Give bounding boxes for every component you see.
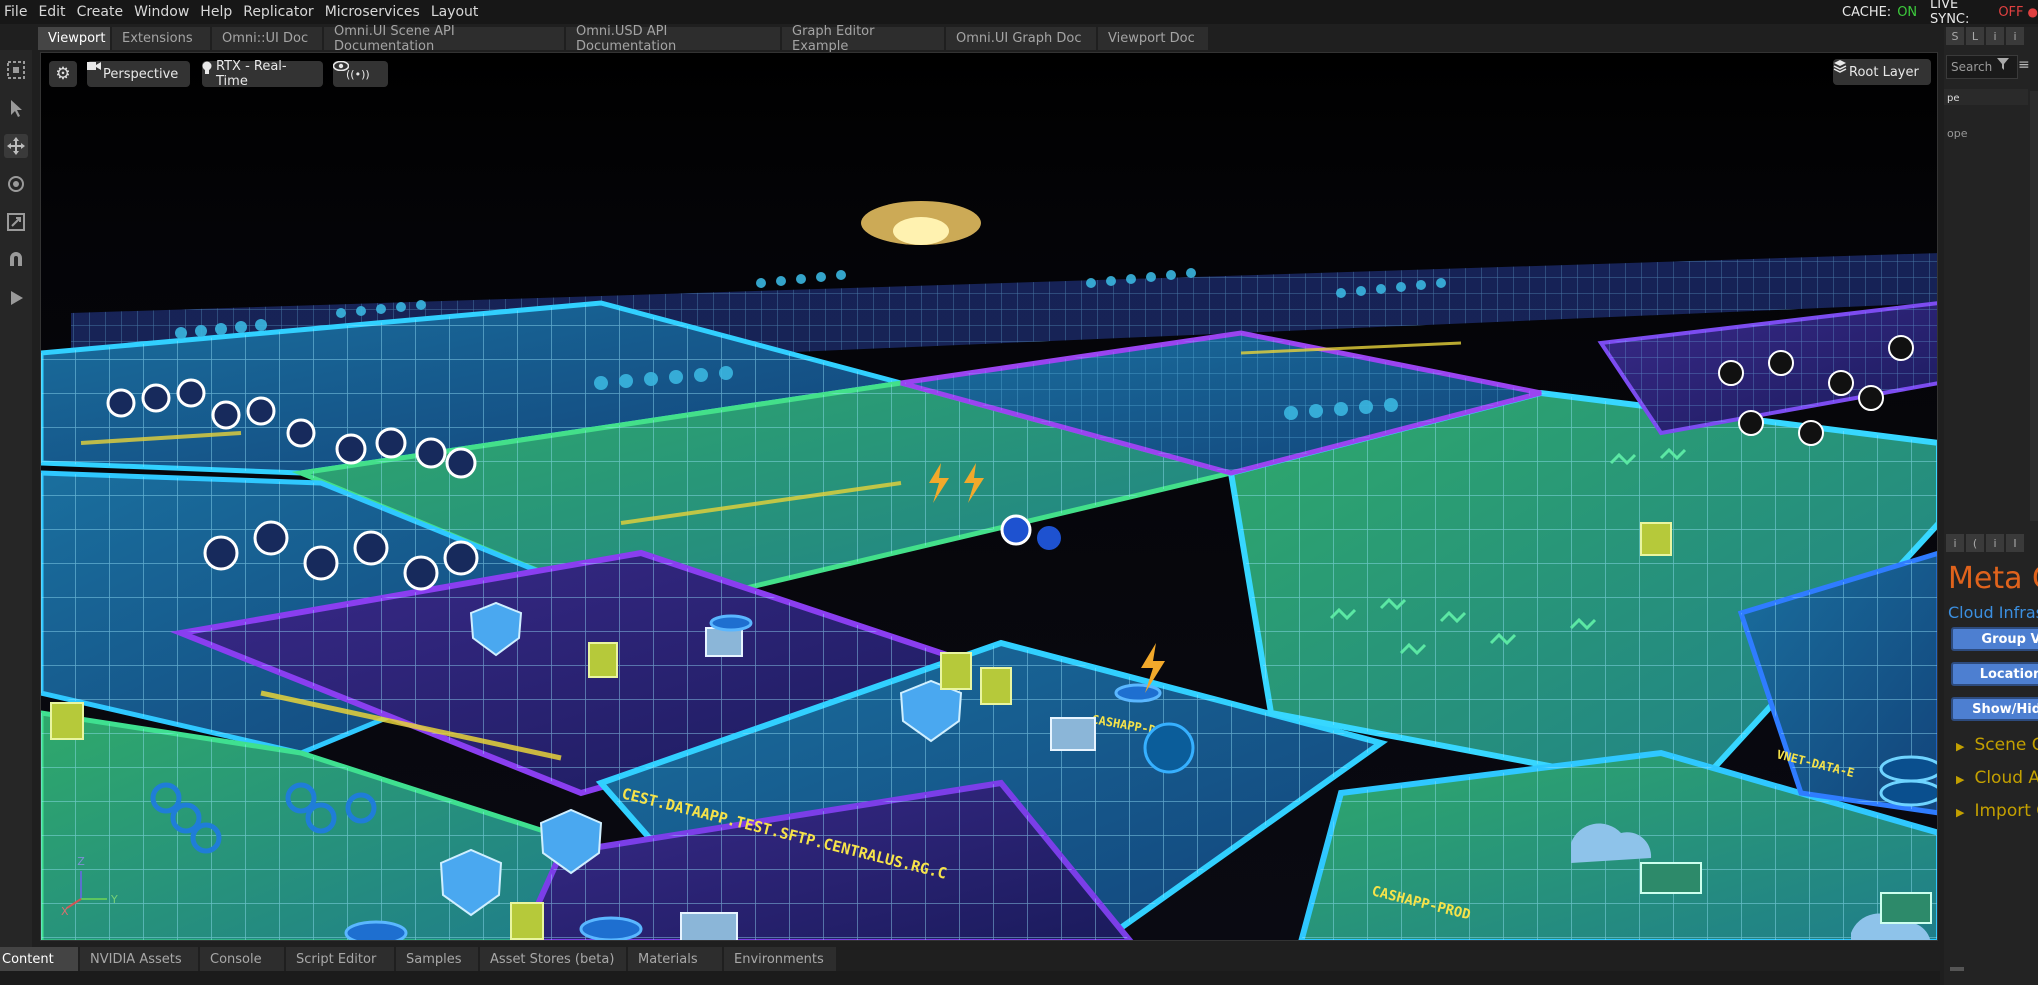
extension-title: Meta C: [1948, 561, 2038, 596]
cache-status[interactable]: CACHE: ON: [1842, 0, 1917, 24]
collapse-triangle-icon: ▶: [1956, 806, 1965, 819]
tab-omni-ui-doc[interactable]: Omni::UI Doc: [212, 27, 322, 50]
visibility-button[interactable]: ((•)): [333, 61, 388, 87]
show-hide-button[interactable]: Show/Hide: [1951, 697, 2038, 721]
panel-tab-4[interactable]: i: [2006, 27, 2024, 45]
section-label: Scene C: [1974, 735, 2038, 755]
location-button[interactable]: Location: [1951, 662, 2038, 686]
tab-graph-editor-example[interactable]: Graph Editor Example: [782, 24, 944, 54]
panel-tab-d[interactable]: I: [2006, 534, 2024, 552]
tab-materials[interactable]: Materials: [628, 947, 722, 971]
gear-icon: ⚙: [55, 64, 71, 84]
move-tool-icon[interactable]: [4, 134, 28, 158]
tab-viewport[interactable]: Viewport: [38, 27, 110, 50]
live-sync-icon: ●: [2027, 5, 2038, 19]
root-layer-label: Root Layer: [1849, 64, 1919, 80]
far-sun-core: [893, 217, 949, 245]
live-sync-status[interactable]: LIVE SYNC: OFF ●: [1930, 0, 2038, 27]
menu-layout[interactable]: Layout: [427, 4, 486, 20]
camera-perspective-button[interactable]: Perspective: [87, 61, 190, 87]
menu-microservices[interactable]: Microservices: [321, 4, 427, 20]
stage-list-item: pe: [1947, 93, 1960, 104]
menu-file[interactable]: File: [0, 4, 34, 20]
section-label: Cloud A: [1974, 768, 2038, 788]
stage-list-row[interactable]: ope: [1947, 125, 1967, 141]
panel-tab-layer[interactable]: L: [1966, 27, 1984, 45]
live-sync-value: OFF: [1998, 4, 2024, 20]
panel-tab-b[interactable]: (: [1966, 534, 1984, 552]
panel-tab-stage[interactable]: S: [1946, 27, 1964, 45]
tab-omni-ui-scene-api[interactable]: Omni.UI Scene API Documentation: [324, 24, 564, 54]
gizmo-y-label: Y: [110, 893, 118, 906]
rotate-tool-icon[interactable]: [4, 172, 28, 196]
menu-window[interactable]: Window: [130, 4, 196, 20]
cache-label: CACHE:: [1842, 4, 1892, 20]
play-icon[interactable]: [4, 286, 28, 310]
group-view-button[interactable]: Group V: [1951, 627, 2038, 651]
collapse-triangle-icon: ▶: [1956, 740, 1965, 753]
tab-content[interactable]: Content: [0, 947, 78, 971]
section-scene[interactable]: ▶ Scene C: [1956, 735, 2038, 755]
tab-script-editor[interactable]: Script Editor: [286, 947, 394, 971]
select-mode-icon[interactable]: [4, 58, 28, 82]
content-panel-area: [0, 971, 1940, 985]
tab-omni-ui-graph-doc[interactable]: Omni.UI Graph Doc: [946, 27, 1096, 50]
section-cloud[interactable]: ▶ Cloud A: [1956, 768, 2038, 788]
scale-tool-icon[interactable]: [4, 210, 28, 234]
gizmo-x-label: X: [61, 905, 69, 918]
menu-create[interactable]: Create: [73, 4, 131, 20]
stage-scrollbar[interactable]: [2030, 91, 2038, 521]
filter-icon[interactable]: [1997, 58, 2009, 73]
resize-handle[interactable]: [1950, 967, 1964, 971]
tab-omni-usd-api[interactable]: Omni.USD API Documentation: [566, 24, 780, 54]
root-layer-button[interactable]: Root Layer: [1833, 59, 1931, 85]
cache-value: ON: [1897, 4, 1918, 20]
gizmo-z-label: Z: [77, 855, 85, 868]
panel-tab-3[interactable]: i: [1986, 27, 2004, 45]
select-arrow-icon[interactable]: [4, 96, 28, 120]
tab-samples[interactable]: Samples: [396, 947, 478, 971]
menu-edit[interactable]: Edit: [34, 4, 72, 20]
bottom-tab-bar: Content NVIDIA Assets Console Script Edi…: [0, 947, 1940, 971]
menu-replicator[interactable]: Replicator: [239, 4, 320, 20]
right-panel: S L i i Search ≡ pe ope i ( i I Meta C C…: [1944, 27, 2038, 985]
extension-subtitle: Cloud Infrast: [1948, 603, 2038, 622]
panel-tab-a[interactable]: i: [1946, 534, 1964, 552]
render-mode-button[interactable]: RTX - Real-Time: [202, 59, 323, 89]
scene-render[interactable]: CEST.DATAAPP.TEST.SFTP.CENTRALUS.RG.C CA…: [41, 53, 1938, 941]
camera-label: Perspective: [103, 66, 179, 82]
viewport[interactable]: CEST.DATAAPP.TEST.SFTP.CENTRALUS.RG.C CA…: [40, 52, 1938, 941]
stage-list-item: ope: [1947, 127, 1968, 140]
live-sync-label: LIVE SYNC:: [1930, 0, 1970, 27]
tab-nvidia-assets[interactable]: NVIDIA Assets: [80, 947, 198, 971]
section-import[interactable]: ▶ Import C: [1956, 801, 2038, 821]
tab-console[interactable]: Console: [200, 947, 284, 971]
snap-magnet-icon[interactable]: [4, 248, 28, 272]
panel-tab-c[interactable]: i: [1986, 534, 2004, 552]
tab-asset-stores[interactable]: Asset Stores (beta): [480, 947, 626, 971]
stage-list-row[interactable]: pe: [1944, 89, 2028, 105]
tab-extensions[interactable]: Extensions: [112, 27, 210, 50]
broadcast-icon: ((•)): [346, 67, 370, 81]
tab-environments[interactable]: Environments: [724, 947, 836, 971]
viewport-settings-button[interactable]: ⚙: [49, 61, 77, 87]
search-placeholder: Search: [1951, 60, 1993, 74]
menu-bar: File Edit Create Window Help Replicator …: [0, 0, 2038, 27]
section-label: Import C: [1974, 801, 2038, 821]
menu-lines-icon[interactable]: ≡: [2018, 57, 2030, 73]
collapse-triangle-icon: ▶: [1956, 773, 1965, 786]
tab-bar: Viewport Extensions Omni::UI Doc Omni.UI…: [38, 24, 1938, 54]
render-mode-label: RTX - Real-Time: [216, 59, 287, 89]
left-toolbar: [0, 50, 32, 950]
tab-viewport-doc[interactable]: Viewport Doc: [1098, 27, 1208, 50]
menu-help[interactable]: Help: [196, 4, 239, 20]
